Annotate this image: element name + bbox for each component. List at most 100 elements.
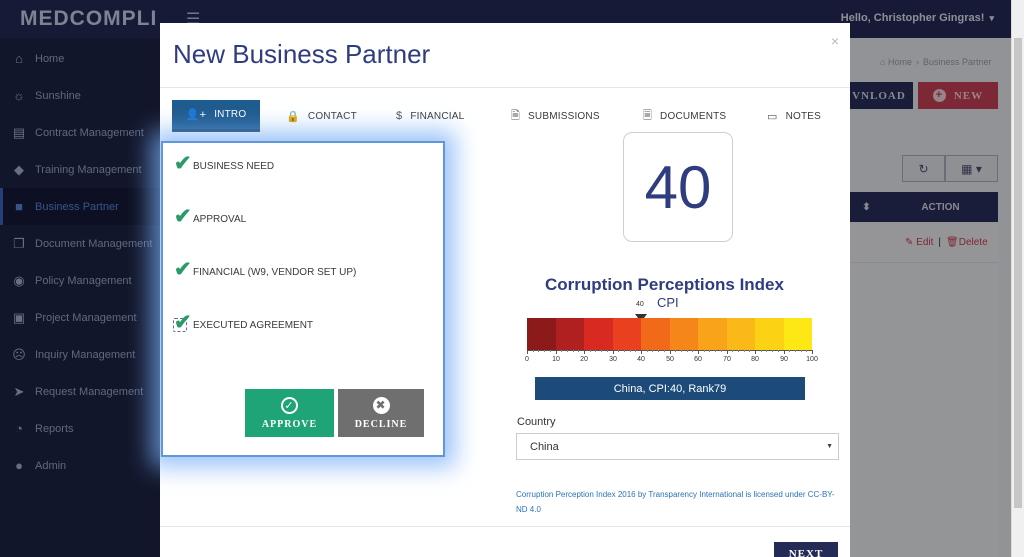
cpi-axis-minor-tick bbox=[573, 350, 574, 352]
checkmark-icon: ✔ bbox=[174, 152, 192, 175]
cpi-axis-minor-tick bbox=[749, 350, 750, 352]
next-button[interactable]: NEXT bbox=[774, 542, 838, 557]
page-scrollbar[interactable] bbox=[1011, 0, 1024, 557]
cpi-axis-minor-tick bbox=[664, 350, 665, 352]
tab-submissions[interactable]: 🗎 SUBMISSIONS bbox=[511, 100, 600, 132]
tab-documents[interactable]: 🗏 DOCUMENTS bbox=[643, 100, 726, 132]
checkmark-icon: ✔ bbox=[174, 205, 192, 228]
cpi-axis-tick bbox=[556, 350, 557, 354]
cpi-axis-minor-tick bbox=[801, 350, 802, 352]
intro-checklist-panel: ✔ BUSINESS NEED ✔ APPROVAL ✔ FINANCIAL (W9,… bbox=[161, 141, 445, 457]
checklist-item-approval[interactable]: ✔ APPROVAL bbox=[173, 206, 246, 227]
cpi-color-scale bbox=[527, 318, 812, 350]
checkmark-icon: ✔ bbox=[174, 311, 192, 334]
cpi-axis-minor-tick bbox=[709, 350, 710, 352]
file-text-icon: 🗏 bbox=[643, 109, 653, 122]
divider bbox=[160, 526, 850, 527]
cpi-axis-minor-tick bbox=[590, 350, 591, 352]
tab-notes[interactable]: ▭ NOTES bbox=[767, 100, 821, 132]
cpi-axis-minor-tick bbox=[618, 350, 619, 352]
note-icon: ▭ bbox=[767, 110, 778, 123]
cpi-axis-minor-tick bbox=[635, 350, 636, 352]
checklist-label: EXECUTED AGREEMENT bbox=[193, 319, 314, 331]
decline-button[interactable]: ✖ DECLINE bbox=[338, 389, 424, 437]
checkbox[interactable]: ✔ bbox=[173, 312, 192, 333]
tab-financial[interactable]: $ FINANCIAL bbox=[396, 100, 464, 132]
cpi-label: CPI bbox=[657, 295, 679, 310]
cpi-axis-tick bbox=[812, 350, 813, 354]
cpi-axis-tick bbox=[784, 350, 785, 354]
cpi-axis-minor-tick bbox=[795, 350, 796, 352]
license-link[interactable]: Corruption Perception Index 2016 by Tran… bbox=[516, 487, 836, 517]
cpi-scale-segment bbox=[527, 318, 556, 350]
tab-label: SUBMISSIONS bbox=[528, 110, 600, 122]
cpi-axis-tick-label: 80 bbox=[751, 356, 759, 363]
cpi-axis-minor-tick bbox=[772, 350, 773, 352]
x-circle-icon: ✖ bbox=[372, 396, 390, 414]
country-label: Country bbox=[517, 416, 556, 428]
checklist-item-business-need[interactable]: ✔ BUSINESS NEED bbox=[173, 153, 275, 174]
cpi-axis-tick-label: 30 bbox=[609, 356, 617, 363]
cpi-axis-minor-tick bbox=[744, 350, 745, 352]
cpi-axis-minor-tick bbox=[647, 350, 648, 352]
cpi-axis-minor-tick bbox=[675, 350, 676, 352]
cpi-axis-minor-tick bbox=[766, 350, 767, 352]
checklist-item-financial[interactable]: ✔ FINANCIAL (W9, VENDOR SET UP) bbox=[173, 259, 356, 280]
cpi-axis-tick bbox=[755, 350, 756, 354]
cpi-axis-minor-tick bbox=[778, 350, 779, 352]
cpi-scale-segment bbox=[555, 318, 584, 350]
cpi-axis-minor-tick bbox=[595, 350, 596, 352]
cpi-axis-tick-label: 40 bbox=[637, 356, 645, 363]
cpi-axis-minor-tick bbox=[567, 350, 568, 352]
cpi-axis-minor-tick bbox=[704, 350, 705, 352]
cpi-axis-tick bbox=[527, 350, 528, 354]
new-business-partner-modal: New Business Partner × 👤+ INTRO 🔒 CONTACT … bbox=[160, 23, 850, 557]
approve-label: APPROVE bbox=[261, 418, 318, 430]
cpi-axis-tick bbox=[727, 350, 728, 354]
checkbox[interactable]: ✔ bbox=[173, 259, 192, 280]
cpi-axis-tick bbox=[698, 350, 699, 354]
check-circle-icon: ✓ bbox=[281, 396, 298, 414]
user-plus-icon: 👤+ bbox=[185, 109, 207, 121]
checklist-item-executed-agreement[interactable]: ✔ EXECUTED AGREEMENT bbox=[173, 312, 314, 333]
cpi-axis-minor-tick bbox=[601, 350, 602, 352]
cpi-axis-tick-label: 70 bbox=[723, 356, 731, 363]
cpi-score: 40 bbox=[644, 153, 712, 221]
lock-icon: 🔒 bbox=[286, 110, 300, 123]
cpi-scale-segment bbox=[755, 318, 784, 350]
tab-intro[interactable]: 👤+ INTRO bbox=[172, 100, 260, 132]
tab-label: NOTES bbox=[785, 110, 822, 122]
cpi-axis-minor-tick bbox=[738, 350, 739, 352]
decline-label: DECLINE bbox=[354, 418, 408, 430]
tab-label: CONTACT bbox=[307, 110, 357, 122]
dollar-icon: $ bbox=[396, 110, 403, 122]
cpi-axis-minor-tick bbox=[789, 350, 790, 352]
cpi-axis-minor-tick bbox=[544, 350, 545, 352]
checkbox[interactable]: ✔ bbox=[173, 206, 192, 227]
checklist-label: BUSINESS NEED bbox=[193, 160, 275, 172]
checkmark-icon: ✔ bbox=[174, 258, 192, 281]
cpi-scale-segment bbox=[669, 318, 698, 350]
cpi-axis-tick-label: 60 bbox=[694, 356, 702, 363]
tab-label: INTRO bbox=[214, 109, 247, 120]
cpi-axis-minor-tick bbox=[561, 350, 562, 352]
tab-contact[interactable]: 🔒 CONTACT bbox=[286, 100, 357, 132]
country-select[interactable]: China ▼ bbox=[516, 433, 839, 460]
scrollbar-thumb[interactable] bbox=[1014, 38, 1022, 508]
cpi-scale-segment bbox=[698, 318, 727, 350]
cpi-scale-segment bbox=[726, 318, 755, 350]
cpi-axis-minor-tick bbox=[624, 350, 625, 352]
cpi-axis-minor-tick bbox=[652, 350, 653, 352]
cpi-scale-segment bbox=[641, 318, 670, 350]
close-icon[interactable]: × bbox=[831, 33, 839, 49]
modal-title: New Business Partner bbox=[173, 39, 431, 69]
approve-button[interactable]: ✓ APPROVE bbox=[245, 389, 334, 437]
cpi-axis-minor-tick bbox=[687, 350, 688, 352]
cpi-axis-tick-label: 90 bbox=[780, 356, 788, 363]
cpi-result-banner: China, CPI:40, Rank79 bbox=[535, 377, 805, 400]
cpi-marker-value: 40 bbox=[636, 301, 644, 308]
cpi-axis-tick bbox=[613, 350, 614, 354]
cpi-score-box: 40 bbox=[623, 132, 733, 242]
checkbox[interactable]: ✔ bbox=[173, 153, 192, 174]
file-icon: 🗎 bbox=[511, 109, 521, 122]
